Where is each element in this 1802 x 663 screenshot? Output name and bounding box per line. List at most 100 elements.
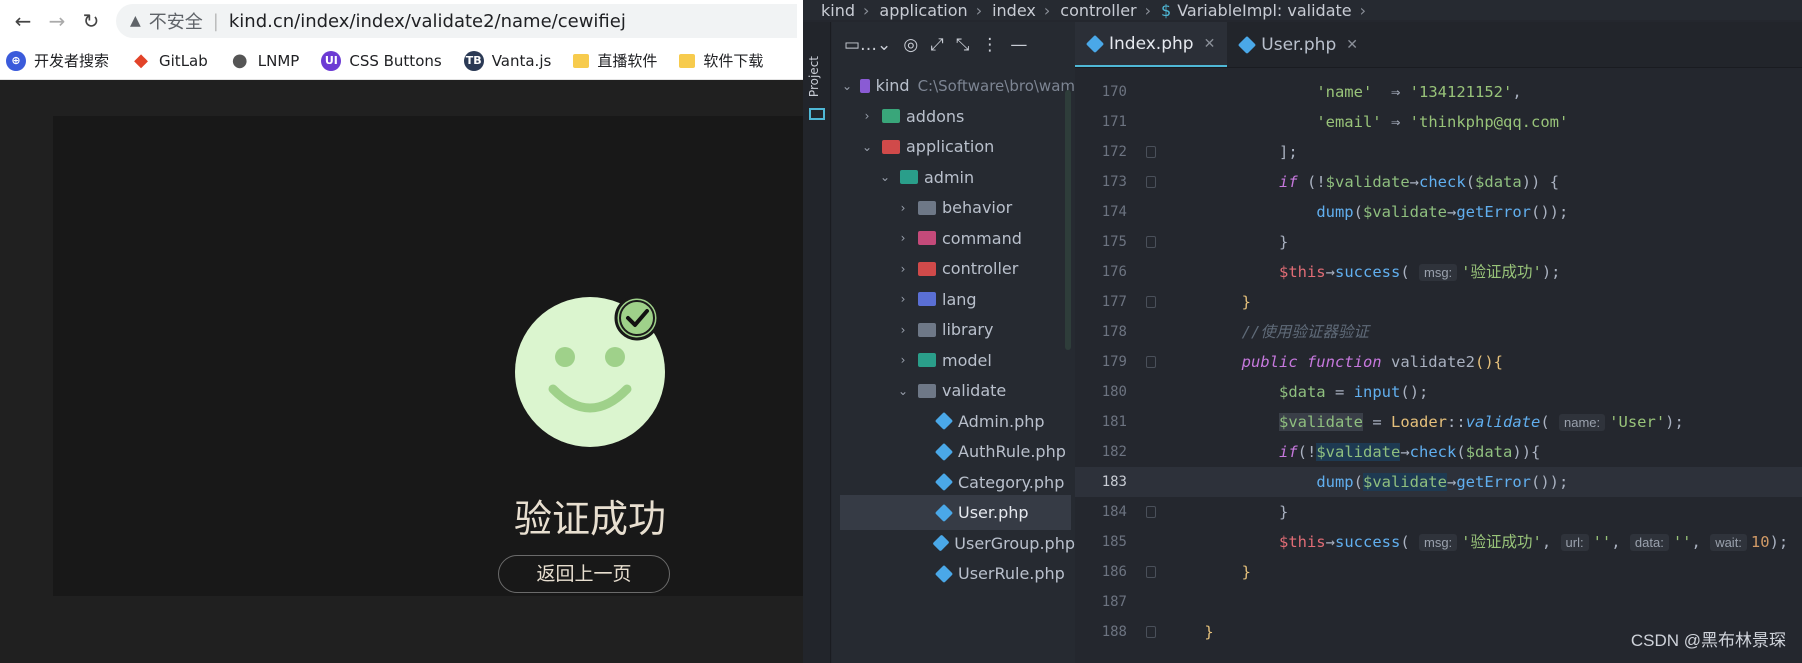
chevron-right-icon[interactable]: › — [896, 292, 910, 306]
success-title: 验证成功 — [513, 497, 666, 541]
code-line[interactable]: if (!$validate→check($data)) { — [1167, 167, 1802, 197]
bookmark-label: Vanta.js — [491, 51, 552, 70]
chevron-down-icon[interactable]: ⌄ — [842, 79, 852, 93]
bookmark-item[interactable]: ● LNMP — [230, 50, 299, 71]
chevron-down-icon[interactable]: ⌄ — [860, 140, 874, 154]
folder-icon — [900, 170, 918, 184]
tree-label: admin — [924, 167, 975, 187]
code-line[interactable]: dump($validate→getError()); — [1075, 467, 1802, 497]
breadcrumb-item[interactable]: controller — [1060, 1, 1136, 20]
code-line[interactable]: } — [1167, 227, 1802, 257]
reload-icon[interactable]: ↻ — [74, 4, 108, 38]
breadcrumb-item[interactable]: VariableImpl: validate — [1177, 1, 1351, 20]
tool-window-strip: Project — [803, 22, 831, 663]
tree-label: User.php — [958, 503, 1029, 522]
bookmark-item[interactable]: 直播软件 — [573, 50, 657, 71]
tree-scrollbar[interactable] — [1065, 90, 1071, 350]
code-line[interactable]: $data = input(); — [1167, 377, 1802, 407]
tree-label: AuthRule.php — [958, 442, 1066, 461]
code-line[interactable]: $this→success( msg: '验证成功'); — [1167, 257, 1802, 287]
url-text[interactable]: kind.cn/index/index/validate2/name/cewif… — [229, 11, 626, 32]
address-bar[interactable]: ▲ 不安全 | kind.cn/index/index/validate2/na… — [116, 4, 797, 38]
bookmark-item[interactable]: ⊕ 开发者搜索 — [6, 50, 109, 71]
breadcrumb-item[interactable]: index — [992, 1, 1036, 20]
code-line[interactable]: } — [1167, 557, 1802, 587]
bookmark-label: 软件下载 — [703, 52, 764, 70]
code-line[interactable]: 'name' ⇒ '134121152', — [1167, 77, 1802, 107]
forward-arrow-icon[interactable]: → — [40, 4, 74, 38]
chevron-right-icon[interactable]: › — [896, 323, 910, 337]
hide-icon[interactable]: — — [1010, 35, 1027, 55]
breadcrumb-item[interactable]: kind — [821, 1, 855, 20]
chevron-down-icon[interactable]: ⌄ — [896, 384, 910, 398]
line-number: 181 — [1101, 414, 1127, 430]
bookmark-item[interactable]: UI CSS Buttons — [321, 50, 442, 71]
search-dev-icon: ⊕ — [6, 50, 26, 71]
line-number: 175 — [1101, 234, 1127, 250]
fold-marker-icon[interactable] — [1146, 626, 1156, 638]
browser-window: ← → ↻ ▲ 不安全 | kind.cn/index/index/valida… — [0, 0, 803, 663]
project-tool-icon[interactable] — [809, 108, 825, 120]
php-file-icon — [934, 472, 954, 492]
editor-tab[interactable]: User.php ✕ — [1227, 22, 1370, 67]
chevron-right-icon[interactable]: › — [896, 201, 910, 215]
code-line[interactable]: dump($validate→getError()); — [1167, 197, 1802, 227]
line-number: 188 — [1101, 624, 1127, 640]
bookmark-item[interactable]: TB Vanta.js — [463, 50, 552, 71]
back-arrow-icon[interactable]: ← — [6, 4, 40, 38]
tree-label: addons — [906, 106, 965, 126]
line-number: 170 — [1101, 84, 1127, 100]
fold-marker-icon[interactable] — [1146, 506, 1156, 518]
fold-marker-icon[interactable] — [1146, 356, 1156, 368]
chevron-right-icon[interactable]: › — [896, 262, 910, 276]
line-number: 176 — [1101, 264, 1127, 280]
chevron-down-icon[interactable]: ⌄ — [878, 170, 892, 184]
expand-icon[interactable]: ⤢ — [930, 35, 944, 55]
chevron-right-icon[interactable]: › — [860, 109, 874, 123]
php-file-icon — [934, 442, 954, 461]
code-line[interactable]: } — [1167, 497, 1802, 527]
tb-icon: TB — [463, 50, 484, 71]
warning-icon: ▲ — [130, 13, 141, 29]
collapse-icon[interactable]: ⤡ — [956, 35, 970, 55]
fold-marker-icon[interactable] — [1146, 176, 1156, 188]
target-icon[interactable]: ◎ — [903, 35, 918, 55]
fold-marker-icon[interactable] — [1146, 146, 1156, 158]
folder-icon — [918, 261, 936, 276]
bookmark-item[interactable]: 软件下载 — [679, 50, 763, 71]
bookmark-item[interactable]: ◆ GitLab — [131, 50, 208, 71]
code-line[interactable] — [1167, 587, 1802, 617]
tree-file[interactable]: UserRule.php — [832, 556, 1075, 591]
code-line[interactable]: $this→success( msg: '验证成功', url: '', data:… — [1167, 527, 1802, 557]
code-line[interactable]: if(!$validate→check($data)){ — [1167, 437, 1802, 467]
code-line[interactable]: public function validate2(){ — [1167, 347, 1802, 377]
chevron-right-icon[interactable]: › — [896, 353, 910, 367]
breadcrumb-item[interactable]: application — [879, 1, 967, 20]
close-icon[interactable]: ✕ — [1204, 36, 1216, 52]
fold-marker-icon[interactable] — [1146, 566, 1156, 578]
folder-icon — [882, 109, 900, 123]
code-line[interactable]: } — [1167, 287, 1802, 317]
project-tool-label[interactable]: Project — [807, 56, 821, 97]
editor-tab[interactable]: Index.php ✕ — [1075, 22, 1228, 67]
browser-toolbar: ← → ↻ ▲ 不安全 | kind.cn/index/index/valida… — [0, 0, 803, 42]
fold-marker-icon[interactable] — [1146, 236, 1156, 248]
line-number: 184 — [1101, 504, 1127, 520]
chevron-right-icon[interactable]: › — [896, 231, 910, 245]
tree-label: Category.php — [958, 472, 1065, 492]
check-badge-icon — [614, 295, 660, 341]
line-number: 180 — [1101, 384, 1127, 400]
line-number: 185 — [1101, 534, 1127, 550]
bookmark-label: GitLab — [159, 51, 208, 70]
close-icon[interactable]: ✕ — [1346, 37, 1358, 53]
code-line[interactable]: //使用验证器验证 — [1167, 317, 1802, 347]
code-line[interactable]: 'email' ⇒ 'thinkphp@qq.com' — [1167, 107, 1802, 137]
tree-path: C:\Software\bro\wam — [917, 76, 1075, 95]
fold-marker-icon[interactable] — [1146, 296, 1156, 308]
back-button[interactable]: 返回上一页 — [498, 555, 670, 593]
folder-icon — [918, 200, 936, 215]
more-icon[interactable]: ⋮ — [981, 35, 998, 55]
code-line[interactable]: $validate = Loader::validate( name: 'User… — [1167, 407, 1802, 437]
folder-view-icon[interactable]: ▭…⌄ — [844, 35, 891, 55]
code-line[interactable]: ]; — [1167, 137, 1802, 167]
